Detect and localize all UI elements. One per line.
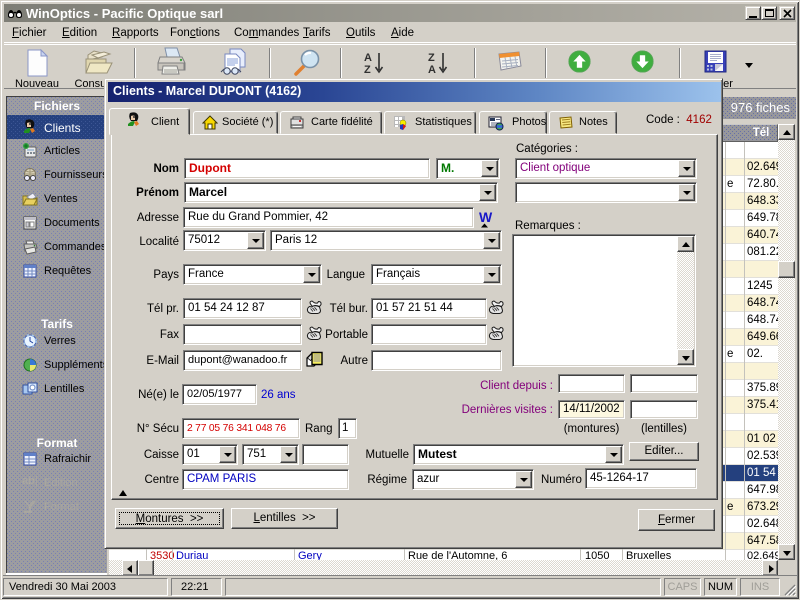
svg-text:A: A — [428, 64, 436, 76]
svg-text:A: A — [364, 52, 372, 64]
svg-text:Z: Z — [428, 52, 435, 64]
svg-text:Z: Z — [364, 64, 371, 76]
svg-text:W: W — [479, 210, 493, 225]
